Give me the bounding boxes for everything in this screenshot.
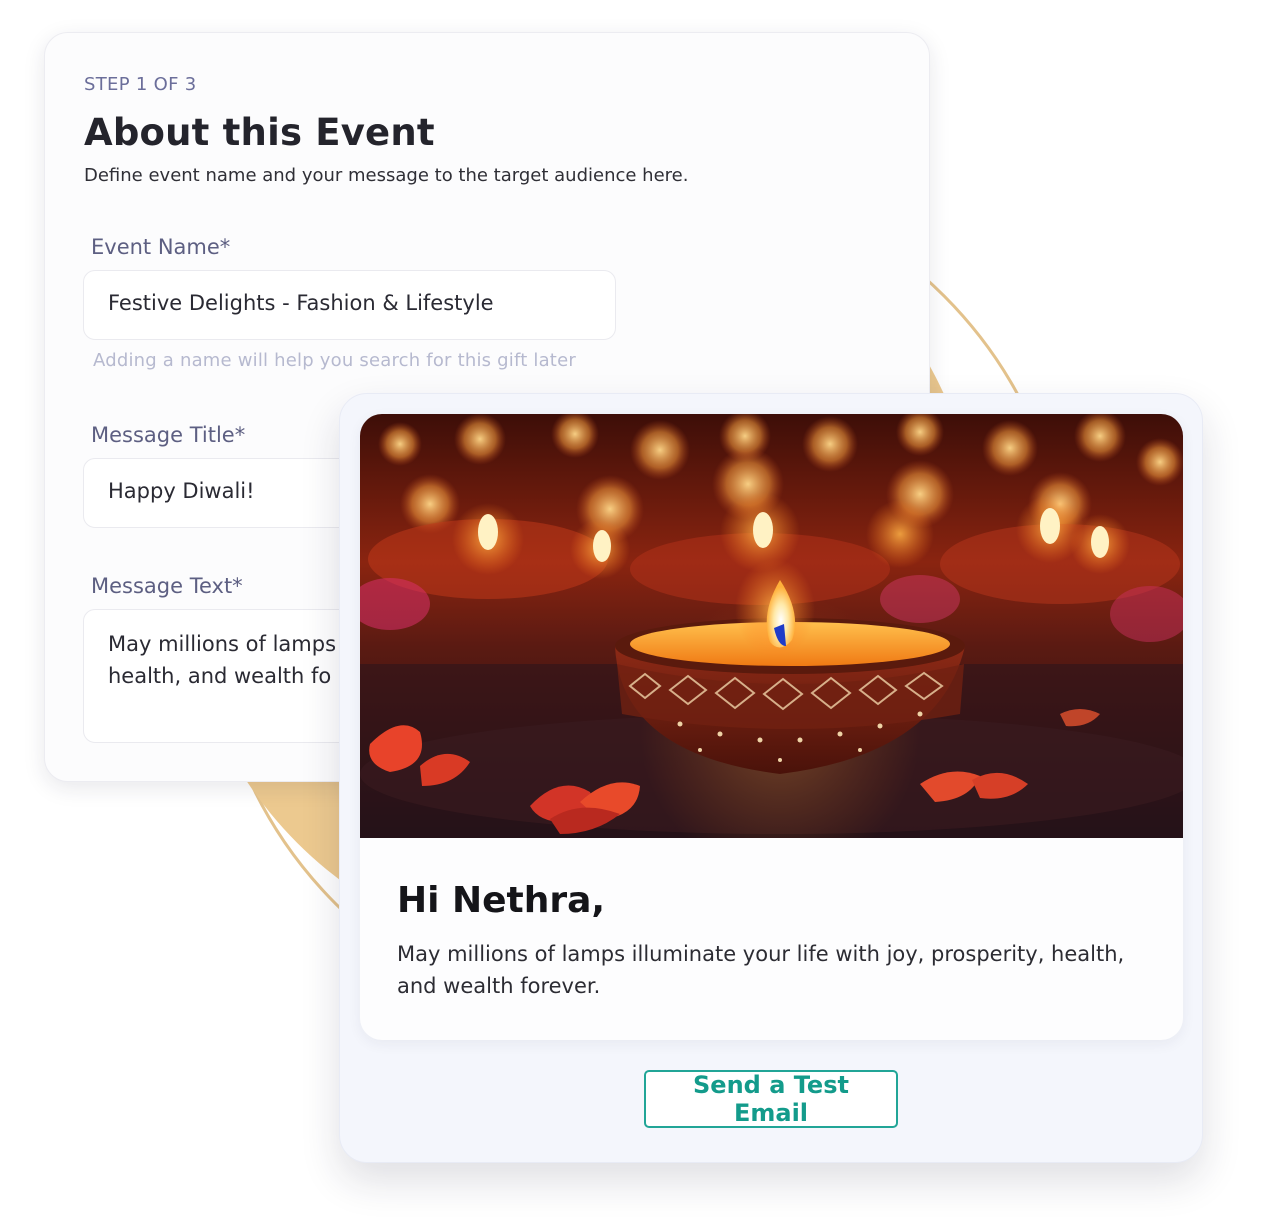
page-title: About this Event bbox=[84, 111, 435, 154]
email-greeting: Hi Nethra, bbox=[397, 880, 606, 921]
event-name-label: Event Name* bbox=[91, 235, 231, 259]
email-preview: Hi Nethra, May millions of lamps illumin… bbox=[360, 414, 1183, 1040]
step-indicator: STEP 1 OF 3 bbox=[84, 74, 197, 95]
event-name-input[interactable]: Festive Delights - Fashion & Lifestyle bbox=[83, 270, 616, 340]
email-preview-card: Hi Nethra, May millions of lamps illumin… bbox=[339, 393, 1203, 1163]
message-text-label: Message Text* bbox=[91, 574, 243, 598]
email-body: May millions of lamps illuminate your li… bbox=[397, 942, 1125, 998]
send-test-email-button[interactable]: Send a Test Email bbox=[644, 1070, 898, 1128]
page-subtitle: Define event name and your message to th… bbox=[84, 165, 689, 186]
message-title-label: Message Title* bbox=[91, 423, 246, 447]
event-name-hint: Adding a name will help you search for t… bbox=[93, 350, 576, 371]
diya-hero-image bbox=[360, 414, 1183, 838]
